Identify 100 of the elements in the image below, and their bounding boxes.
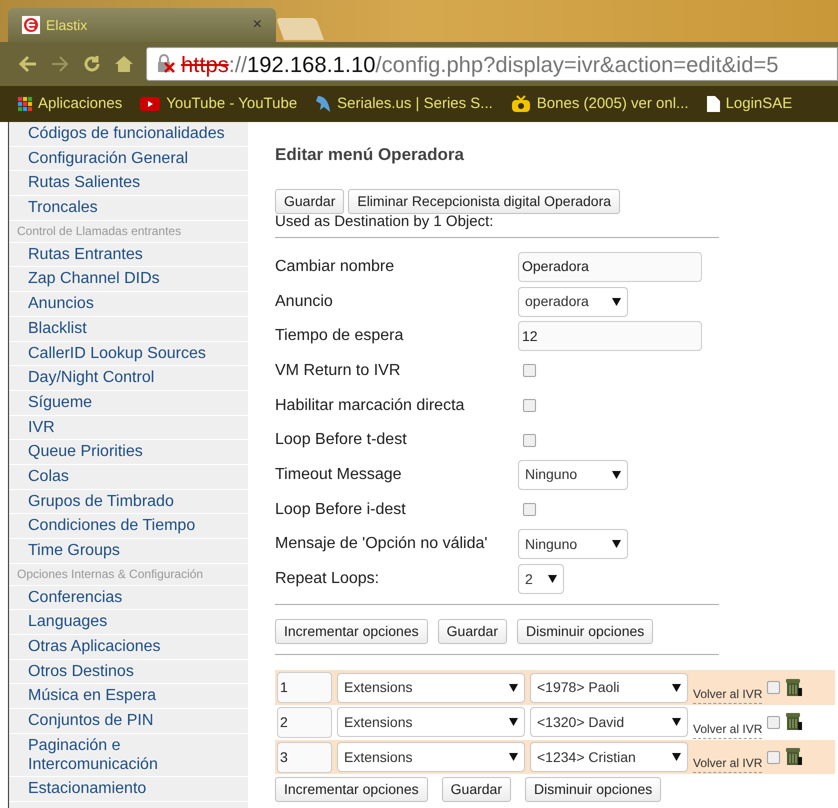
dropdown-arrow-icon	[612, 540, 621, 548]
sidebar-link[interactable]: Rutas Salientes	[9, 171, 248, 196]
field-label: Tiempo de espera	[275, 326, 404, 346]
dropdown-arrow-icon	[509, 753, 518, 762]
text-field[interactable]: Operadora	[518, 252, 702, 282]
return-label: Volver al IVR	[693, 685, 762, 704]
select-field[interactable]: Ninguno	[518, 529, 628, 560]
destination-type-select[interactable]: Extensions	[337, 707, 525, 738]
sidebar-section-header: Opciones Internas & Configuración	[9, 564, 248, 586]
apps-grid-icon	[18, 97, 32, 111]
return-label: Volver al IVR	[693, 720, 762, 739]
sidebar-link[interactable]: CallerID Lookup Sources	[9, 342, 248, 366]
sidebar-link[interactable]: Sígueme	[9, 390, 248, 416]
sidebar-section-header: Control de Llamadas entrantes	[9, 220, 248, 243]
sidebar-link[interactable]: Time Groups	[9, 539, 248, 564]
select-field[interactable]: Ninguno	[518, 460, 628, 490]
home-icon[interactable]	[114, 54, 134, 74]
address-field[interactable]: https://192.168.1.10/config.php?display=ivr&action=edit&id=5	[146, 47, 838, 81]
checkbox[interactable]	[767, 750, 780, 764]
sidebar-link[interactable]: Colas	[9, 464, 248, 490]
bookmark[interactable]: Bones (2005) ver onl...	[510, 92, 689, 116]
form-button[interactable]: Incrementar opciones	[275, 777, 428, 802]
bookmark[interactable]: Seriales.us | Series S...	[315, 92, 493, 116]
forward-icon[interactable]	[50, 55, 70, 73]
field-label: Mensaje de 'Opción no válida'	[275, 534, 488, 554]
checkbox[interactable]	[523, 399, 536, 412]
checkbox[interactable]	[767, 716, 780, 729]
sidebar-link[interactable]: Rutas Entrantes	[9, 242, 248, 268]
page-icon	[706, 96, 720, 112]
text-field[interactable]: 12	[518, 321, 702, 352]
sidebar-link[interactable]: Day/Night Control	[9, 366, 248, 391]
destination-select[interactable]: <1234> Cristian	[530, 742, 688, 772]
sidebar-link[interactable]: Configuración General	[9, 146, 248, 172]
form-button[interactable]: Incrementar opciones	[275, 619, 428, 644]
reload-icon[interactable]	[82, 54, 102, 74]
dropdown-arrow-icon	[672, 753, 681, 762]
sidebar-link[interactable]: Conjuntos de PIN	[9, 709, 248, 734]
checkbox[interactable]	[523, 364, 536, 378]
form-title: Editar menú Operadora	[275, 144, 465, 166]
form-button[interactable]: Eliminar Recepcionista digital Operadora	[348, 188, 620, 214]
digit-field[interactable]: 2	[277, 706, 332, 738]
trash-icon[interactable]	[785, 747, 804, 768]
dropdown-arrow-icon	[509, 684, 518, 692]
sidebar-link[interactable]: Otros Destinos	[9, 660, 248, 684]
sidebar-link[interactable]: Paginación e Intercomunicación	[9, 734, 248, 777]
destination-type-select[interactable]: Extensions	[337, 742, 525, 772]
sidebar-link[interactable]: Música en Espera	[9, 684, 248, 710]
sidebar-link[interactable]: Zap Channel DIDs	[9, 267, 248, 292]
destination-select[interactable]: <1978> Paoli	[530, 672, 688, 703]
tv-icon	[510, 95, 531, 113]
form-button[interactable]: Disminuir opciones	[525, 777, 662, 802]
sidebar-link[interactable]: Otras Aplicaciones	[9, 635, 248, 660]
dropdown-arrow-icon	[612, 470, 621, 479]
digit-field[interactable]: 3	[277, 742, 332, 773]
bird-icon	[315, 95, 332, 113]
dropdown-arrow-icon	[672, 718, 681, 726]
sidebar-link[interactable]: Languages	[9, 610, 248, 636]
sidebar-link[interactable]: IVR	[9, 416, 248, 440]
sidebar-link[interactable]: Conferencias	[9, 586, 248, 610]
tab-title: Elastix	[46, 16, 88, 34]
field-label: Loop Before t-dest	[275, 430, 408, 450]
select-field[interactable]: operadora	[518, 286, 628, 317]
digit-field[interactable]: 1	[277, 672, 332, 704]
destination-type-select[interactable]: Extensions	[337, 672, 525, 703]
dropdown-arrow-icon	[612, 298, 621, 306]
destination-select[interactable]: <1320> David	[530, 707, 688, 738]
select-field[interactable]: 2	[518, 564, 564, 594]
field-label: Repeat Loops:	[275, 569, 380, 590]
form-button[interactable]: Guardar	[442, 777, 511, 802]
bookmark[interactable]: LoginSAE	[706, 92, 792, 116]
sidebar-link[interactable]: Grupos de Timbrado	[9, 490, 248, 514]
checkbox[interactable]	[523, 434, 536, 447]
trash-icon[interactable]	[785, 712, 804, 732]
sidebar-link[interactable]: Condiciones de Tiempo	[9, 514, 248, 539]
form-button[interactable]: Guardar	[275, 188, 344, 214]
dropdown-arrow-icon	[548, 575, 557, 584]
sidebar-link[interactable]: Anuncios	[9, 292, 248, 317]
field-label: Timeout Message	[275, 464, 403, 485]
field-label: Cambiar nombre	[275, 256, 396, 277]
dropdown-arrow-icon	[509, 718, 518, 726]
return-label: Volver al IVR	[693, 754, 762, 774]
bookmark[interactable]: YouTube - YouTube	[140, 92, 298, 116]
trash-icon[interactable]	[785, 678, 804, 698]
insecure-lock-icon	[155, 53, 177, 75]
form-button[interactable]: Guardar	[438, 619, 507, 644]
checkbox[interactable]	[767, 681, 780, 694]
field-label: Loop Before i-dest	[275, 500, 407, 520]
sidebar-link[interactable]: Troncales	[9, 196, 248, 221]
sidebar-link[interactable]: Códigos de funcionalidades	[9, 122, 248, 147]
bookmark[interactable]: Aplicaciones	[18, 92, 122, 116]
back-icon[interactable]	[18, 55, 38, 73]
sidebar-link[interactable]: Estacionamiento	[9, 776, 248, 802]
field-label: Anuncio	[275, 292, 334, 312]
new-tab-button[interactable]	[276, 18, 324, 40]
sidebar-link[interactable]: Queue Priorities	[9, 440, 248, 465]
form-button[interactable]: Disminuir opciones	[517, 619, 654, 644]
sidebar-link[interactable]: Blacklist	[9, 316, 248, 342]
checkbox[interactable]	[523, 503, 536, 516]
field-label: VM Return to IVR	[275, 360, 402, 381]
usage-note: Used as Destination by 1 Object:	[275, 214, 494, 230]
